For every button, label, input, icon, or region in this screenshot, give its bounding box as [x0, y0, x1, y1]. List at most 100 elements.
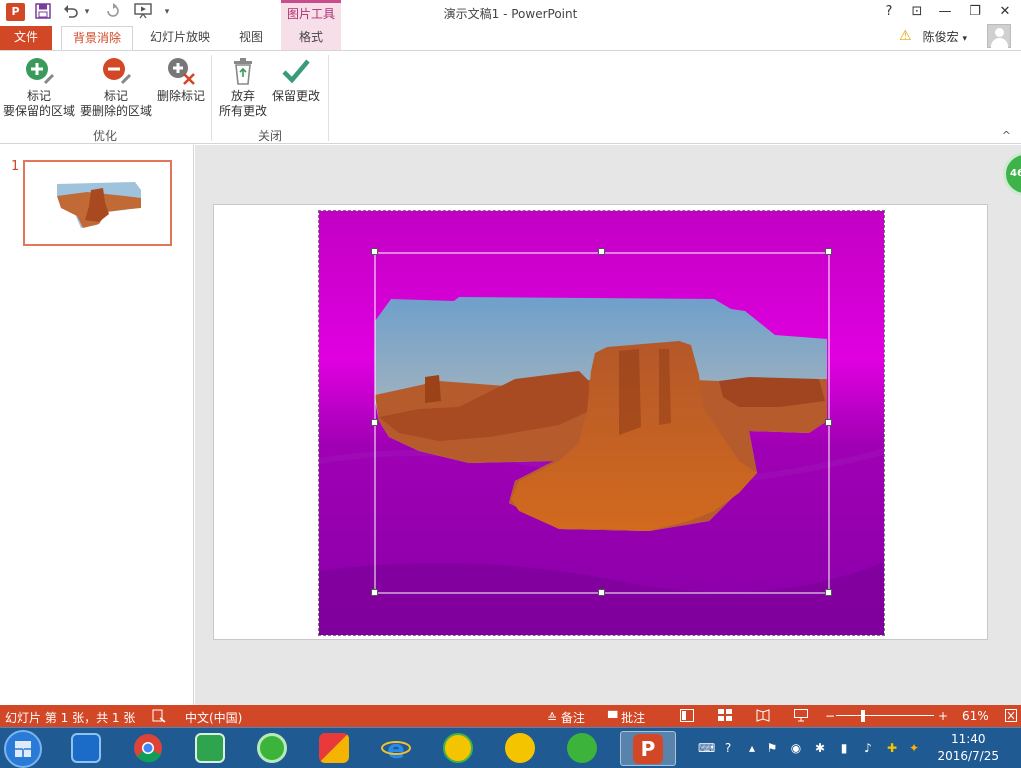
windows-taskbar: e P ⌨ ? ▴ ⚑ ◉ ✱ ▮ ♪ ✚ ✦ 11:40 2016/7/25 — [0, 727, 1021, 768]
library-icon — [71, 733, 101, 763]
resize-handle-left[interactable] — [371, 419, 378, 426]
mark-remove-icon — [103, 58, 132, 85]
help-tray-icon[interactable]: ? — [720, 740, 736, 756]
bluetooth-icon[interactable]: ✱ — [812, 740, 828, 756]
delete-mark-label: 删除标记 — [156, 89, 205, 103]
slide-sorter-icon[interactable] — [718, 709, 732, 725]
wechat-icon — [567, 733, 597, 763]
warning-icon[interactable]: ⚠ — [899, 28, 915, 44]
group-separator — [328, 55, 329, 141]
volume-icon[interactable]: ♪ — [860, 740, 876, 756]
mark-keep-label-1: 标记 — [26, 89, 51, 103]
reading-view-icon[interactable] — [756, 709, 770, 725]
system-clock[interactable]: 11:40 2016/7/25 — [937, 731, 999, 765]
taskbar-app-wechat[interactable] — [560, 731, 604, 766]
resize-handle-bottom[interactable] — [598, 589, 605, 596]
device-icon[interactable]: ▮ — [836, 740, 852, 756]
discard-all-changes-button[interactable]: 放弃 所有更改 — [217, 55, 269, 119]
notes-button[interactable]: ≙ 备注 — [547, 709, 585, 726]
delete-mark-button[interactable]: 删除标记 — [155, 55, 207, 104]
user-name[interactable]: 陈俊宏 ▾ — [923, 28, 967, 45]
comment-icon: ▀ — [608, 711, 618, 725]
comments-button[interactable]: ▀ 批注 — [608, 709, 645, 726]
tab-file[interactable]: 文件 — [0, 26, 52, 50]
taskbar-app-chrome[interactable] — [126, 731, 170, 766]
slide[interactable] — [213, 204, 988, 640]
status-bar: 幻灯片 第 1 张，共 1 张 中文(中国) ≙ 备注 ▀ 批注 − + 61% — [0, 705, 1021, 727]
taskbar-app-music[interactable] — [498, 731, 542, 766]
taskbar-app-library[interactable] — [64, 731, 108, 766]
mark-areas-to-remove-button[interactable]: 标记 要删除的区域 — [78, 55, 154, 119]
security-plus-icon[interactable]: ✚ — [884, 740, 900, 756]
chrome-icon — [134, 734, 162, 763]
resize-handle-bottom-left[interactable] — [371, 589, 378, 596]
qq-icon[interactable]: ◉ — [788, 740, 804, 756]
tab-format[interactable]: 格式 — [281, 26, 341, 50]
resize-handle-bottom-right[interactable] — [825, 589, 832, 596]
avatar[interactable] — [987, 24, 1011, 48]
slide-thumbnail-image — [57, 182, 141, 228]
picture-with-background-removal[interactable] — [318, 210, 885, 636]
zoom-slider-track[interactable] — [836, 715, 934, 716]
clock-time: 11:40 — [950, 732, 986, 746]
delete-mark-icon — [168, 58, 195, 85]
resize-handle-top[interactable] — [598, 248, 605, 255]
network-icon[interactable]: ✦ — [906, 740, 922, 756]
ribbon-tabs: 文件 背景消除 幻灯片放映 视图 格式 — [0, 26, 1021, 50]
internet-explorer-icon: e — [381, 735, 411, 763]
zoom-out-button[interactable]: − — [825, 709, 835, 723]
collapse-ribbon-button[interactable]: ^ — [1002, 129, 1011, 142]
green-browser-icon — [257, 733, 287, 763]
slide-thumbnail[interactable] — [23, 160, 172, 246]
proofing-icon[interactable] — [152, 709, 166, 726]
taskbar-app-powerpoint[interactable]: P — [620, 731, 676, 766]
slide-number: 1 — [11, 159, 20, 174]
fit-slide-icon[interactable] — [1005, 709, 1017, 725]
keyboard-icon[interactable]: ⌨ — [698, 740, 715, 756]
restore-button[interactable]: ❐ — [964, 2, 986, 22]
title-bar: P ▾ ▾ 演示文稿1 - PowerPoint ? ⊡ — ❐ ✕ — [0, 0, 1021, 26]
slideshow-view-icon[interactable] — [794, 709, 808, 725]
ribbon: 标记 要保留的区域 标记 要删除的区域 删除标记 优化 放弃 所有更改 保留更改… — [0, 50, 1021, 144]
zoom-level[interactable]: 61% — [962, 709, 989, 723]
tab-background-removal[interactable]: 背景消除 — [61, 26, 133, 50]
user-account[interactable]: ⚠ 陈俊宏 ▾ — [899, 24, 1011, 50]
start-button[interactable] — [4, 730, 42, 768]
taskbar-app-360[interactable] — [436, 731, 480, 766]
slide-editing-area[interactable]: 46 — [195, 145, 1021, 705]
slide-thumbnail-pane: 1 — [0, 145, 194, 705]
floating-counter-badge[interactable]: 46 — [1003, 152, 1021, 196]
slide-info: 幻灯片 第 1 张，共 1 张 — [5, 711, 136, 725]
action-center-icon[interactable]: ⚑ — [764, 740, 780, 756]
resize-handle-top-right[interactable] — [825, 248, 832, 255]
taskbar-app-puzzle[interactable] — [312, 731, 356, 766]
language-indicator[interactable]: 中文(中国) — [185, 709, 242, 726]
resize-handle-right[interactable] — [825, 419, 832, 426]
tab-view[interactable]: 视图 — [226, 26, 276, 50]
mark-remove-label-1: 标记 — [103, 89, 128, 103]
taskbar-app-browser-green[interactable] — [250, 731, 294, 766]
keep-changes-button[interactable]: 保留更改 — [270, 55, 322, 104]
desert-mesa-image — [319, 211, 884, 635]
resize-handle-top-left[interactable] — [371, 248, 378, 255]
tab-slideshow[interactable]: 幻灯片放映 — [140, 26, 220, 50]
zoom-in-button[interactable]: + — [938, 709, 948, 723]
music-icon — [505, 733, 535, 763]
minimize-button[interactable]: — — [934, 2, 956, 22]
close-button[interactable]: ✕ — [994, 2, 1016, 22]
normal-view-icon[interactable] — [680, 709, 694, 725]
discard-label-1: 放弃 — [230, 89, 255, 103]
taskbar-app-ie[interactable]: e — [374, 731, 418, 766]
svg-text:e: e — [387, 735, 405, 763]
taskbar-app-download[interactable] — [188, 731, 232, 766]
mark-keep-label-2: 要保留的区域 — [2, 104, 75, 118]
document-title: 演示文稿1 - PowerPoint — [443, 7, 578, 21]
ribbon-display-options-button[interactable]: ⊡ — [906, 2, 928, 22]
help-button[interactable]: ? — [878, 2, 900, 22]
plus-shield-icon — [443, 733, 473, 763]
mark-remove-label-2: 要删除的区域 — [79, 104, 152, 118]
group-refine-label: 优化 — [92, 129, 117, 143]
mark-areas-to-keep-button[interactable]: 标记 要保留的区域 — [2, 55, 76, 119]
zoom-slider-thumb[interactable] — [861, 710, 865, 722]
show-hidden-icons[interactable]: ▴ — [744, 740, 760, 756]
